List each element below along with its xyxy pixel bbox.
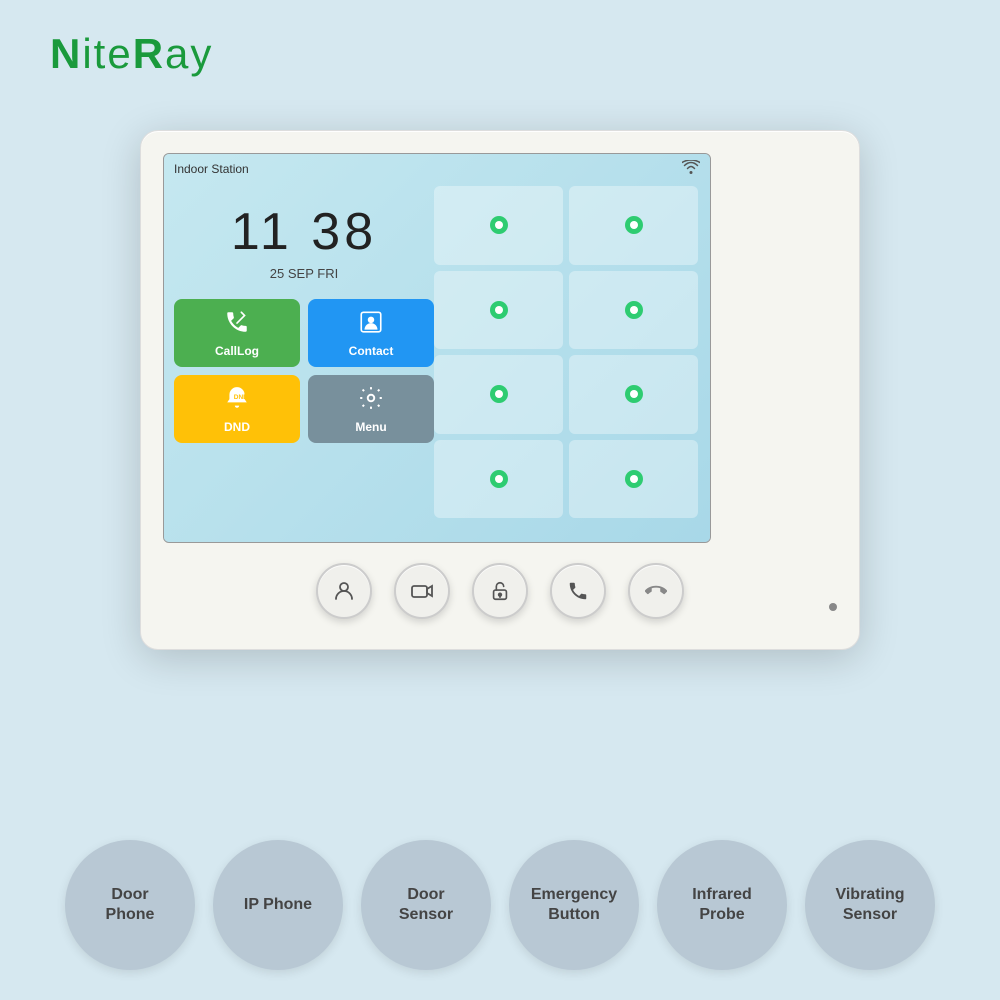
- feature-door-sensor-label: DoorSensor: [389, 885, 463, 925]
- feature-infrared-probe-label: InfraredProbe: [682, 885, 762, 925]
- feature-door-phone-label: DoorPhone: [96, 885, 165, 925]
- feature-infrared-probe[interactable]: InfraredProbe: [657, 840, 787, 970]
- physical-buttons-row: [316, 563, 684, 619]
- contact-icon: [358, 309, 384, 341]
- brand-logo: NiteRay: [50, 30, 213, 78]
- contact-label: Contact: [349, 344, 394, 358]
- person-button[interactable]: [316, 563, 372, 619]
- wifi-icon: [682, 160, 700, 177]
- unlock-button[interactable]: [472, 563, 528, 619]
- app-grid: CallLog Contact: [174, 299, 434, 443]
- feature-vibrating-sensor-label: VibratingSensor: [825, 885, 914, 925]
- door-tile-3[interactable]: [434, 271, 563, 350]
- clock: 11 38: [174, 202, 434, 262]
- device-body: Indoor Station 11 38 25 SEP: [140, 130, 860, 650]
- dnd-label: DND: [224, 420, 250, 434]
- calllog-icon: [224, 309, 250, 341]
- brand-name: NiteRay: [50, 30, 213, 78]
- door-tile-7[interactable]: [434, 440, 563, 519]
- feature-emergency-button[interactable]: EmergencyButton: [509, 840, 639, 970]
- time-display: 11 38 25 SEP FRI: [174, 202, 434, 281]
- features-section: DoorPhone IP Phone DoorSensor EmergencyB…: [40, 840, 960, 970]
- device-container: Indoor Station 11 38 25 SEP: [140, 130, 860, 650]
- door-tile-5[interactable]: [434, 355, 563, 434]
- feature-door-sensor[interactable]: DoorSensor: [361, 840, 491, 970]
- feature-ip-phone-label: IP Phone: [234, 895, 322, 915]
- door-tile-6[interactable]: [569, 355, 698, 434]
- menu-icon: [358, 385, 384, 417]
- feature-ip-phone[interactable]: IP Phone: [213, 840, 343, 970]
- led-indicator: [829, 603, 837, 611]
- dnd-icon: DND: [224, 385, 250, 417]
- contact-button[interactable]: Contact: [308, 299, 434, 367]
- feature-vibrating-sensor[interactable]: VibratingSensor: [805, 840, 935, 970]
- screen-left-panel: 11 38 25 SEP FRI CallLog: [174, 182, 434, 522]
- call-end-button[interactable]: [628, 563, 684, 619]
- door-tile-8[interactable]: [569, 440, 698, 519]
- calllog-label: CallLog: [215, 344, 259, 358]
- device-screen: Indoor Station 11 38 25 SEP: [163, 153, 711, 543]
- date: 25 SEP FRI: [174, 266, 434, 281]
- feature-door-phone[interactable]: DoorPhone: [65, 840, 195, 970]
- door-tile-4[interactable]: [569, 271, 698, 350]
- svg-text:DND: DND: [234, 394, 248, 401]
- door-tile-1[interactable]: [434, 186, 563, 265]
- menu-button[interactable]: Menu: [308, 375, 434, 443]
- screen-title: Indoor Station: [174, 162, 249, 176]
- dnd-button[interactable]: DND DND: [174, 375, 300, 443]
- camera-button[interactable]: [394, 563, 450, 619]
- screen-right-panel: [430, 182, 702, 522]
- feature-emergency-button-label: EmergencyButton: [521, 885, 627, 925]
- menu-label: Menu: [355, 420, 386, 434]
- door-tile-2[interactable]: [569, 186, 698, 265]
- call-incoming-button[interactable]: [550, 563, 606, 619]
- calllog-button[interactable]: CallLog: [174, 299, 300, 367]
- screen-header: Indoor Station: [164, 154, 710, 183]
